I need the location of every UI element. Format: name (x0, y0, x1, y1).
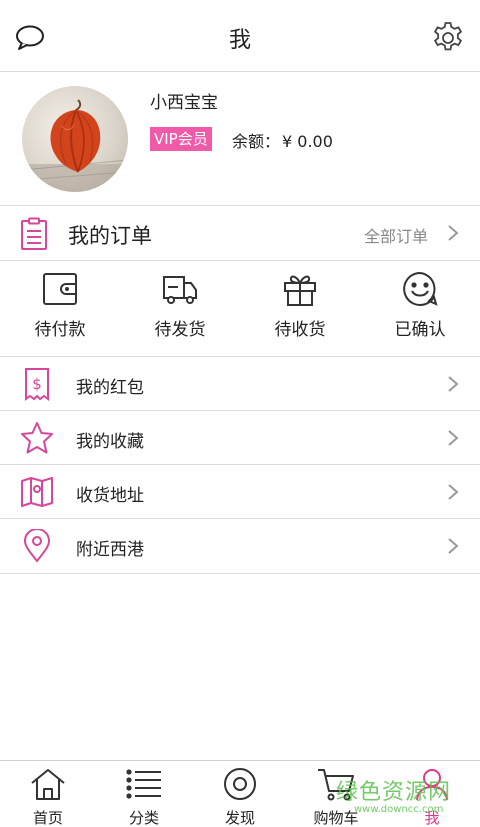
nav-label: 分类 (128, 809, 159, 827)
home-icon (31, 769, 65, 800)
physalis-avatar (22, 99, 128, 192)
menu-item-label: 附近西港 (76, 540, 144, 560)
balance: 余额： ¥ 0.00 (232, 128, 335, 152)
chevron-right-icon (446, 536, 460, 556)
discover-icon (224, 768, 256, 800)
svg-text:$: $ (32, 375, 42, 393)
location-pin-icon (20, 528, 54, 563)
nav-home[interactable]: 首页 (0, 761, 96, 827)
menu-item-red-envelope[interactable]: $ 我的红包 (0, 357, 480, 411)
menu-item-label: 我的红包 (76, 378, 144, 398)
gift-icon (284, 275, 316, 306)
star-icon (20, 421, 54, 455)
status-label: 待付款 (34, 320, 86, 340)
nav-category[interactable]: 分类 (96, 761, 192, 827)
my-orders-title: 我的订单 (68, 224, 152, 248)
balance-label: 余额： (232, 132, 281, 151)
status-label: 待收货 (274, 320, 326, 340)
nav-discover[interactable]: 发现 (192, 761, 288, 827)
status-confirmed[interactable]: 已确认 (360, 261, 480, 357)
order-status-bar: 待付款 待发货 待收货 已确认 (0, 261, 480, 357)
chevron-right-icon (446, 482, 460, 502)
status-pending-payment[interactable]: 待付款 (0, 261, 120, 357)
status-pending-receipt[interactable]: 待收货 (240, 261, 360, 357)
watermark-url: www.downcc.com (354, 804, 444, 815)
clipboard-icon (20, 217, 48, 251)
truck-icon (163, 276, 197, 304)
menu-item-favorites[interactable]: 我的收藏 (0, 411, 480, 465)
red-envelope-icon: $ (20, 367, 54, 401)
chevron-right-icon (446, 428, 460, 448)
my-orders-row[interactable]: 我的订单 全部订单 (0, 206, 480, 261)
menu-item-label: 收货地址 (76, 486, 144, 506)
avatar[interactable] (22, 86, 128, 192)
top-bar: 我 (0, 0, 480, 72)
status-label: 待发货 (154, 320, 206, 340)
vip-badge: VIP会员 (150, 127, 212, 151)
menu-item-nearby[interactable]: 附近西港 (0, 519, 480, 573)
gear-icon[interactable] (430, 20, 466, 56)
menu-item-shipping-address[interactable]: 收货地址 (0, 465, 480, 519)
watermark-text: 绿色资源网 (336, 780, 452, 805)
list-icon (126, 769, 161, 799)
all-orders-link[interactable]: 全部订单 (364, 223, 428, 247)
menu-item-label: 我的收藏 (76, 432, 144, 452)
profile-card[interactable]: 小西宝宝 VIP会员 余额： ¥ 0.00 (0, 72, 480, 206)
nav-label: 首页 (32, 809, 63, 827)
menu-list: $ 我的红包 我的收藏 收货地址 附近西港 (0, 357, 480, 574)
page-title: 我 (228, 28, 251, 53)
status-label: 已确认 (394, 320, 446, 340)
chevron-right-icon (446, 223, 460, 243)
username: 小西宝宝 (150, 93, 218, 113)
map-icon (20, 475, 54, 509)
nav-label: 发现 (224, 809, 255, 827)
balance-value: ¥ 0.00 (282, 132, 333, 151)
wallet-icon (43, 273, 77, 305)
chevron-right-icon (446, 374, 460, 394)
smile-icon (403, 272, 438, 306)
watermark: 绿色资源网 www.downcc.com (316, 770, 476, 822)
status-pending-shipment[interactable]: 待发货 (120, 261, 240, 357)
